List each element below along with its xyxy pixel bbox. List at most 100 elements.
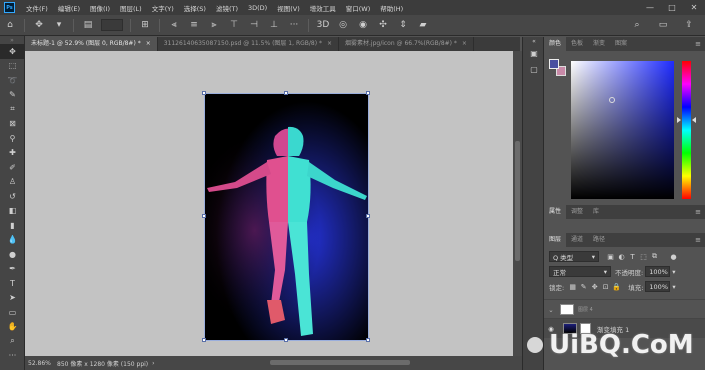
canvas-workspace[interactable]	[25, 51, 513, 356]
scrollbar-thumb[interactable]	[515, 141, 520, 261]
marquee-tool-icon[interactable]: ⬚	[0, 59, 25, 74]
chevron-down-icon[interactable]: ▾	[51, 18, 67, 32]
transform-handle[interactable]	[202, 214, 206, 218]
tab-libraries[interactable]: 库	[588, 205, 604, 219]
adjustment-filter-icon[interactable]: ◐	[616, 252, 627, 262]
close-tab-icon[interactable]: ×	[146, 40, 151, 47]
panel-menu-icon[interactable]: ≡	[695, 205, 701, 219]
tab-gradients[interactable]: 渐变	[588, 37, 610, 51]
frame-tool-icon[interactable]: ⊠	[0, 117, 25, 132]
menu-window[interactable]: 窗口(W)	[341, 3, 376, 13]
tab-document-1[interactable]: 未标题-1 @ 52.9% (图层 0, RGB/8#) * ×	[25, 37, 158, 51]
toolbar-collapse-icon[interactable]: »	[0, 36, 24, 44]
lasso-tool-icon[interactable]: ➰	[0, 73, 25, 88]
gradient-tool-icon[interactable]: ▮	[0, 218, 25, 233]
tab-document-2[interactable]: 31126140635087150.psd @ 11.5% (图层 1, RGB…	[158, 37, 339, 51]
lock-all-icon[interactable]: 🔒	[611, 282, 622, 292]
transform-handle[interactable]	[284, 91, 288, 95]
menu-file[interactable]: 文件(F)	[21, 3, 53, 13]
layer-kind-filter[interactable]: Q 类型 ▾	[549, 251, 599, 262]
share-icon[interactable]: ⇪	[681, 18, 697, 32]
layer-row[interactable]: ⌄ 图层 4	[544, 299, 705, 319]
zoom-level[interactable]: 52.86%	[25, 360, 53, 367]
transform-handle[interactable]	[366, 91, 370, 95]
menu-select[interactable]: 选择(S)	[179, 3, 211, 13]
menu-layer[interactable]: 图层(L)	[115, 3, 147, 13]
align-right-icon[interactable]: ⫸	[206, 18, 222, 32]
path-selection-tool-icon[interactable]: ➤	[0, 291, 25, 306]
pixel-filter-icon[interactable]: ▣	[605, 252, 616, 262]
lock-position-icon[interactable]: ✥	[589, 282, 600, 292]
align-bottom-icon[interactable]: ⊥	[266, 18, 282, 32]
transform-handle[interactable]	[202, 338, 206, 342]
more-tools-icon[interactable]: ···	[0, 349, 25, 364]
transform-handle[interactable]	[366, 338, 370, 342]
auto-select-dropdown[interactable]	[101, 19, 123, 31]
vertical-scrollbar[interactable]	[513, 51, 522, 356]
align-top-icon[interactable]: ⊤	[226, 18, 242, 32]
auto-select-icon[interactable]: ▤	[80, 18, 96, 32]
filter-toggle-icon[interactable]: ●	[668, 252, 679, 262]
tab-swatches[interactable]: 色板	[566, 37, 588, 51]
panel-collapse-icon[interactable]: «	[523, 37, 545, 45]
slide-icon[interactable]: ⇕	[395, 18, 411, 32]
tab-patterns[interactable]: 图案	[610, 37, 632, 51]
blur-tool-icon[interactable]: 💧	[0, 233, 25, 248]
menu-type[interactable]: 文字(Y)	[147, 3, 179, 13]
lock-artboard-icon[interactable]: ⊡	[600, 282, 611, 292]
photoshop-logo[interactable]: Ps	[4, 2, 15, 13]
transform-handle[interactable]	[284, 338, 288, 342]
history-icon[interactable]: ▣	[523, 45, 545, 61]
layer-group-chevron-icon[interactable]: ⌄	[544, 306, 558, 314]
tab-color[interactable]: 颜色	[544, 37, 567, 51]
tab-adjustments[interactable]: 调整	[566, 205, 588, 219]
tab-paths[interactable]: 路径	[588, 233, 610, 247]
transform-handle[interactable]	[202, 91, 206, 95]
tab-channels[interactable]: 通道	[566, 233, 588, 247]
close-tab-icon[interactable]: ×	[462, 40, 467, 47]
move-tool-icon[interactable]: ✥	[0, 44, 25, 59]
tab-document-3[interactable]: 烟雾素材.jpg/icon @ 66.7%(RGB/8#) * ×	[339, 37, 474, 51]
tab-properties[interactable]: 属性	[544, 205, 567, 219]
lock-pixels-icon[interactable]: ✎	[578, 282, 589, 292]
chevron-right-icon[interactable]: ›	[152, 360, 154, 367]
panel-menu-icon[interactable]: ≡	[695, 233, 701, 247]
rectangle-tool-icon[interactable]: ▭	[0, 305, 25, 320]
healing-brush-tool-icon[interactable]: ✚	[0, 146, 25, 161]
align-center-icon[interactable]: ≡	[186, 18, 202, 32]
menu-view[interactable]: 视图(V)	[272, 3, 305, 13]
brush-tool-icon[interactable]: ✐	[0, 160, 25, 175]
color-picker-cursor[interactable]	[609, 97, 615, 103]
minimize-button[interactable]: —	[639, 0, 661, 15]
type-tool-icon[interactable]: T	[0, 276, 25, 291]
pan-icon[interactable]: ✣	[375, 18, 391, 32]
fill-input[interactable]: 100%	[645, 281, 671, 292]
close-button[interactable]: ✕	[683, 0, 705, 15]
transform-handle[interactable]	[366, 214, 370, 218]
type-filter-icon[interactable]: T	[627, 252, 638, 262]
blend-mode-select[interactable]: 正常 ▾	[549, 266, 611, 277]
menu-edit[interactable]: 编辑(E)	[53, 3, 85, 13]
document-canvas[interactable]	[204, 93, 369, 341]
comments-icon[interactable]: ▢	[523, 61, 545, 77]
quick-select-tool-icon[interactable]: ✎	[0, 88, 25, 103]
roll-icon[interactable]: ◉	[355, 18, 371, 32]
layer-name[interactable]: 图层 4	[578, 306, 593, 313]
foreground-color-swatch[interactable]	[549, 59, 559, 69]
hue-slider[interactable]	[682, 61, 691, 199]
hand-tool-icon[interactable]: ✋	[0, 320, 25, 335]
panel-menu-icon[interactable]: ≡	[695, 37, 701, 51]
horizontal-scrollbar[interactable]	[270, 360, 410, 365]
scale-icon[interactable]: ▰	[415, 18, 431, 32]
menu-filter[interactable]: 滤镜(T)	[211, 3, 243, 13]
history-brush-tool-icon[interactable]: ↺	[0, 189, 25, 204]
move-tool-icon[interactable]: ✥	[31, 18, 47, 32]
shape-filter-icon[interactable]: ⬚	[638, 252, 649, 262]
menu-image[interactable]: 图像(I)	[85, 3, 115, 13]
dodge-tool-icon[interactable]: ●	[0, 247, 25, 262]
chevron-down-icon[interactable]: ▾	[672, 268, 675, 276]
maximize-button[interactable]: □	[661, 0, 683, 15]
lock-transparent-icon[interactable]: ▦	[567, 282, 578, 292]
workspace-icon[interactable]: ▭	[655, 18, 671, 32]
close-tab-icon[interactable]: ×	[327, 40, 332, 47]
